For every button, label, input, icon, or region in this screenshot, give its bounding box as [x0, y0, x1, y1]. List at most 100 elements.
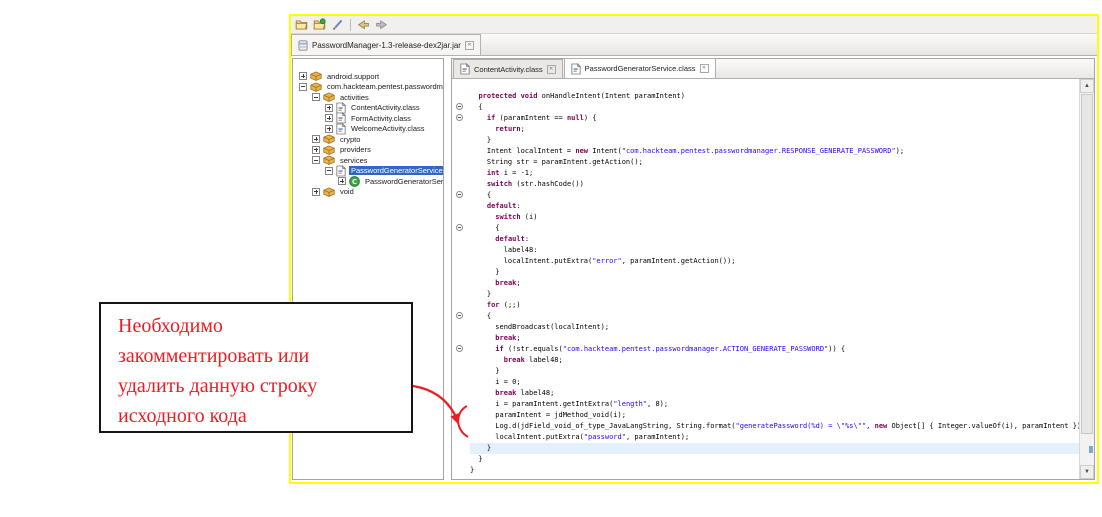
- package-icon: [323, 187, 335, 197]
- package-icon: [323, 145, 335, 155]
- tree-item-label: services: [340, 155, 368, 165]
- code-line: default:: [486, 202, 525, 210]
- tree-item[interactable]: android.support: [296, 71, 443, 82]
- tree-item[interactable]: C PasswordGeneratorService: [296, 175, 443, 187]
- search-button[interactable]: [330, 17, 345, 32]
- editor-tab[interactable]: ContentActivity.class ✕: [453, 59, 563, 78]
- tree-item-label: providers: [340, 145, 371, 155]
- annotation-text-line: удалить данную строку: [118, 375, 318, 397]
- expand-icon[interactable]: [338, 177, 346, 186]
- scrollbar-thumb[interactable]: [1081, 94, 1093, 434]
- code-editor[interactable]: protected void onHandleIntent(Intent par…: [452, 79, 1094, 479]
- editor-tab-bar: ContentActivity.class ✕ PasswordGeneratorS…: [452, 58, 1094, 79]
- tree: android.support com.hackteam.pentest.pass…: [293, 59, 443, 197]
- close-tab-icon[interactable]: ✕: [464, 40, 474, 50]
- code-line: sendBroadcast(localIntent);: [470, 323, 610, 331]
- open-file-icon: [295, 18, 308, 31]
- tree-item[interactable]: com.hackteam.pentest.passwordmanager: [296, 82, 443, 93]
- tree-item-label: activities: [340, 92, 369, 102]
- fold-collapse-icon[interactable]: [456, 103, 463, 110]
- code-line: default:: [495, 235, 534, 243]
- code-line: }: [470, 466, 475, 474]
- expand-icon[interactable]: [325, 124, 333, 133]
- open-type-button[interactable]: [312, 17, 327, 32]
- fold-collapse-icon[interactable]: [456, 312, 463, 319]
- jar-tab-label: PasswordManager-1.3-release-dex2jar.jar: [312, 40, 461, 50]
- tree-item[interactable]: activities: [296, 92, 443, 103]
- package-icon: [323, 92, 335, 103]
- code-line: {: [470, 224, 500, 232]
- code-line: i = paramIntent.getIntExtra("length", 8)…: [470, 400, 669, 408]
- classfile-icon: [336, 122, 346, 135]
- tree-item[interactable]: ContentActivity.class: [296, 101, 443, 114]
- tree-item[interactable]: services: [296, 155, 443, 166]
- close-tab-icon[interactable]: ✕: [546, 64, 556, 74]
- package-icon: [310, 71, 322, 82]
- editor-tab[interactable]: PasswordGeneratorService.class ✕: [563, 58, 716, 78]
- collapse-icon[interactable]: [299, 82, 307, 91]
- open-file-button[interactable]: [294, 17, 309, 32]
- code-line: return;: [495, 125, 525, 133]
- tree-item[interactable]: crypto: [296, 134, 443, 145]
- tree-item[interactable]: WelcomeActivity.class: [296, 122, 443, 135]
- code-line: i = 0;: [470, 378, 521, 386]
- code-line: int i = -1;: [486, 169, 534, 177]
- open-type-icon: [313, 18, 326, 31]
- forward-icon: [375, 18, 388, 31]
- expand-icon[interactable]: [312, 187, 320, 196]
- scroll-down-icon[interactable]: ▼: [1080, 465, 1094, 479]
- annotation-text-line: Необходимо: [118, 315, 223, 337]
- code-line: for (;;): [486, 301, 521, 309]
- fold-collapse-icon[interactable]: [456, 345, 463, 352]
- tree-item-label: PasswordGeneratorService.class: [349, 166, 443, 176]
- back-button[interactable]: [356, 17, 371, 32]
- tree-item[interactable]: void: [296, 187, 443, 198]
- vertical-scrollbar[interactable]: ▲ ▼: [1079, 79, 1094, 479]
- forward-button[interactable]: [374, 17, 389, 32]
- fold-collapse-icon[interactable]: [456, 224, 463, 231]
- fold-collapse-icon[interactable]: [456, 191, 463, 198]
- jar-tab[interactable]: PasswordManager-1.3-release-dex2jar.jar …: [291, 34, 481, 55]
- code-line: break label48;: [503, 356, 563, 364]
- code-line: }: [470, 455, 483, 463]
- expand-icon[interactable]: [299, 72, 307, 81]
- classfile-icon: [460, 63, 470, 75]
- tree-item-label: void: [340, 187, 354, 197]
- expand-icon[interactable]: [325, 114, 333, 123]
- collapse-icon[interactable]: [312, 156, 320, 165]
- code-line: paramIntent = jdMethod_void(i);: [470, 411, 626, 419]
- code-line: localIntent.putExtra("password", paramIn…: [470, 433, 690, 441]
- code-lines: protected void onHandleIntent(Intent par…: [470, 79, 1079, 479]
- search-icon: [331, 18, 344, 31]
- jar-icon: [298, 39, 308, 51]
- code-line: break;: [495, 334, 521, 342]
- code-line: {: [470, 312, 492, 320]
- code-line: }: [470, 136, 492, 144]
- code-line: {: [470, 103, 483, 111]
- tree-item-label: com.hackteam.pentest.passwordmanager: [327, 82, 443, 92]
- editor-tab-label: ContentActivity.class: [474, 64, 543, 74]
- scroll-up-icon[interactable]: ▲: [1080, 79, 1094, 93]
- package-icon: [323, 155, 335, 166]
- collapse-icon[interactable]: [325, 166, 333, 175]
- package-icon: [310, 82, 322, 92]
- code-line: localIntent.putExtra("error", paramInten…: [470, 257, 736, 265]
- expand-icon[interactable]: [312, 145, 320, 154]
- fold-collapse-icon[interactable]: [456, 114, 463, 121]
- tree-item[interactable]: PasswordGeneratorService.class: [296, 164, 443, 177]
- annotation-text-line: исходного кода: [118, 405, 247, 427]
- code-line: if (paramIntent == null) {: [486, 114, 597, 122]
- tree-item[interactable]: FormActivity.class: [296, 112, 443, 124]
- expand-icon[interactable]: [312, 135, 320, 144]
- collapse-icon[interactable]: [312, 93, 320, 102]
- close-tab-icon[interactable]: ✕: [699, 64, 709, 73]
- code-line: break;: [495, 279, 521, 287]
- expand-icon[interactable]: [325, 103, 333, 112]
- code-line: break label48;: [495, 389, 555, 397]
- tree-item[interactable]: providers: [296, 145, 443, 156]
